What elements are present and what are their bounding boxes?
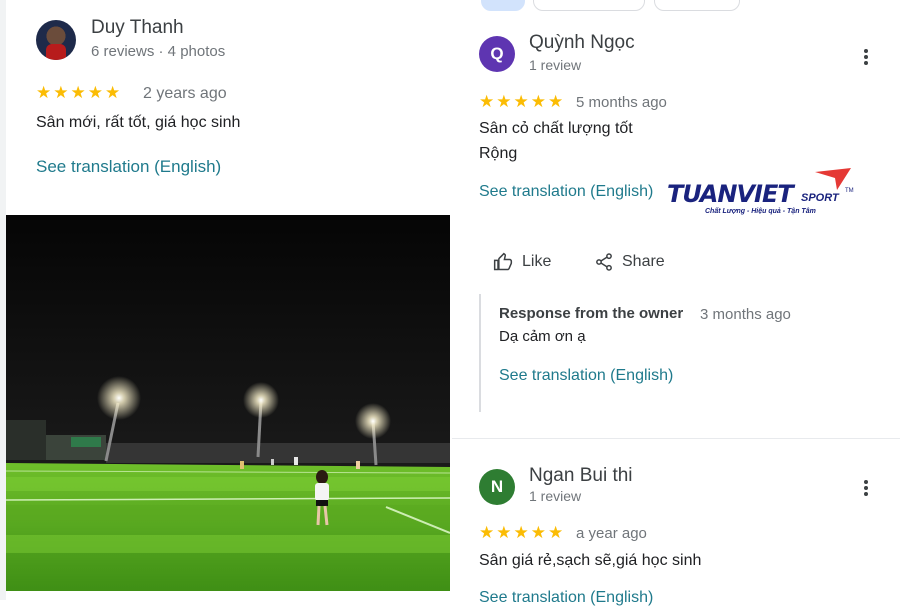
review-date: a year ago (576, 525, 647, 542)
review-text: Sân mới, rất tốt, giá học sinh (36, 114, 241, 131)
see-translation-link[interactable]: See translation (English) (479, 589, 653, 607)
more-options-icon[interactable] (857, 46, 875, 68)
owner-response-bar (479, 294, 481, 412)
review-text-line-1: Sân cỏ chất lượng tốt (479, 120, 633, 137)
owner-response-date: 3 months ago (700, 306, 791, 323)
logo-suffix: SPORT (801, 192, 839, 204)
author-meta: 1 review (529, 488, 582, 504)
owner-response-text: Dạ cảm ơn ạ (499, 328, 586, 345)
football-field-photo (6, 215, 450, 591)
review-date: 2 years ago (143, 85, 227, 102)
avatar[interactable]: Q (479, 36, 515, 72)
like-label: Like (522, 253, 552, 270)
share-button[interactable]: Share (594, 252, 665, 272)
filter-chip-2[interactable] (533, 0, 645, 11)
rating-stars: ★★★★★ (479, 523, 566, 542)
author-meta: 1 review (529, 57, 582, 73)
share-icon (596, 253, 612, 271)
rating-stars: ★★★★★ (479, 92, 566, 111)
tuanviet-sport-logo: TUANVIET SPORT TM Chất Lượng - Hiệu quả … (667, 168, 867, 220)
author-name[interactable]: Duy Thanh (91, 17, 184, 39)
see-translation-link[interactable]: See translation (English) (36, 157, 221, 177)
see-translation-link[interactable]: See translation (English) (479, 183, 653, 201)
logo-tagline: Chất Lượng - Hiệu quả - Tận Tâm (705, 208, 816, 215)
more-options-icon[interactable] (857, 477, 875, 499)
logo-brand: TUANVIET (667, 180, 794, 208)
review-photo[interactable] (6, 215, 450, 591)
review-date: 5 months ago (576, 94, 667, 111)
avatar[interactable]: N (479, 469, 515, 505)
avatar[interactable] (36, 20, 76, 60)
share-label: Share (622, 253, 665, 270)
filter-chip-1[interactable] (481, 0, 525, 11)
author-meta: 6 reviews · 4 photos (91, 43, 226, 60)
review-duy-thanh: Duy Thanh 6 reviews · 4 photos ★★★★★ 2 y… (0, 0, 450, 214)
like-button[interactable]: Like (492, 252, 551, 272)
rating-stars: ★★★★★ (36, 83, 123, 102)
logo-tm: TM (845, 188, 854, 194)
thumbs-up-icon (493, 252, 513, 271)
review-divider (452, 438, 900, 439)
author-name[interactable]: Quỳnh Ngọc (529, 32, 635, 54)
author-name[interactable]: Ngan Bui thi (529, 465, 633, 487)
review-text-line-2: Rộng (479, 145, 518, 162)
review-text: Sân giá rẻ,sạch sẽ,giá học sinh (479, 552, 702, 569)
owner-response-title: Response from the owner (499, 305, 684, 322)
logo-swoosh-icon (815, 168, 851, 190)
owner-see-translation-link[interactable]: See translation (English) (499, 367, 673, 385)
filter-chip-3[interactable] (654, 0, 740, 11)
